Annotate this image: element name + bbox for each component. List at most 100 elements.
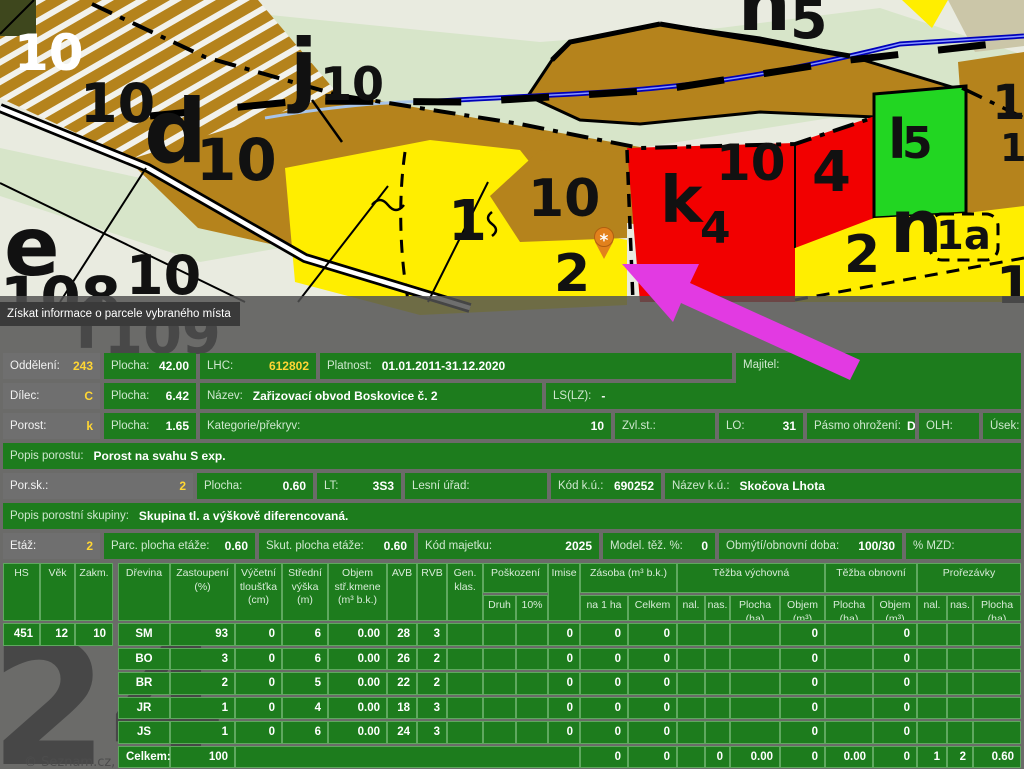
table-cell — [917, 623, 947, 646]
info-cell: Popis porostu:Porost na svahu S exp. — [3, 443, 1021, 469]
table-cell: 0 — [780, 623, 825, 646]
info-value: - — [601, 389, 605, 403]
table-header-cell: nal. — [677, 595, 705, 621]
info-value: 1.65 — [166, 419, 189, 433]
table-header-cell: HS — [3, 563, 40, 621]
info-value: 690252 — [614, 479, 654, 493]
info-label: Plocha: — [111, 360, 149, 372]
info-label: Skut. plocha etáže: — [266, 540, 364, 552]
stand-info-panel: Oddělení:243Plocha:42.00LHC:612802Platno… — [0, 353, 1024, 559]
info-cell: % MZD: — [906, 533, 1021, 559]
map-label: 4 — [700, 203, 731, 254]
info-cell: Model. těž. %: 0 — [603, 533, 715, 559]
table-cell: 0 — [548, 672, 580, 695]
table-cell: 0 — [873, 721, 917, 744]
table-cell: 0 — [780, 746, 825, 769]
table-cell: 2 — [417, 672, 447, 695]
table-cell — [973, 648, 1021, 671]
info-cell: Název:Zařizovací obvod Boskovice č. 2 — [200, 383, 542, 409]
table-cell — [677, 746, 705, 769]
table-header-cell: Plocha (ha) — [730, 595, 780, 621]
table-cell — [447, 672, 483, 695]
map-tooltip: Získat informace o parcele vybraného mís… — [0, 302, 240, 326]
table-cell: 93 — [170, 623, 235, 646]
info-value: C — [84, 389, 93, 403]
table-header-cell: Zastoupení (%) — [170, 563, 235, 621]
table-cell: 0.00 — [328, 672, 387, 695]
map-label: n — [890, 184, 943, 270]
info-value: 0 — [701, 539, 708, 553]
table-cell: 3 — [417, 697, 447, 720]
info-label: Kategorie/překryv: — [207, 420, 300, 432]
info-label: Dílec: — [10, 390, 39, 402]
table-cell: 10 — [75, 623, 113, 646]
info-label: Popis porostní skupiny: — [10, 510, 129, 522]
map-label: k — [660, 164, 704, 238]
table-cell — [947, 623, 973, 646]
info-cell: Parc. plocha etáže:0.60 — [104, 533, 255, 559]
table-cell: 0.60 — [973, 746, 1021, 769]
table-cell: 6 — [282, 623, 328, 646]
table-cell — [483, 697, 516, 720]
table-header-cell: Prořezávky — [917, 563, 1021, 593]
table-header-cell: Zásoba (m³ b.k.) — [580, 563, 677, 593]
table-cell — [677, 697, 705, 720]
table-cell: 5 — [282, 672, 328, 695]
info-label: Model. těž. %: — [610, 540, 683, 552]
info-label: Popis porostu: — [10, 450, 84, 462]
table-header-cell: Objem (m³) — [780, 595, 825, 621]
table-cell — [825, 721, 873, 744]
table-cell: 0 — [580, 648, 628, 671]
table-cell: 0 — [780, 697, 825, 720]
table-cell: SM — [118, 623, 170, 646]
table-header-cell: nas. — [705, 595, 730, 621]
table-cell — [917, 672, 947, 695]
info-cell: LS(LZ):- — [546, 383, 736, 409]
info-value: 2 — [86, 539, 93, 553]
info-cell: Plocha:42.00 — [104, 353, 196, 379]
table-cell — [917, 697, 947, 720]
table-cell — [705, 623, 730, 646]
info-row: Oddělení:243Plocha:42.00LHC:612802Platno… — [3, 353, 1021, 379]
table-header-cell: Celkem — [628, 595, 677, 621]
table-header-cell: Dřevina — [118, 563, 170, 621]
table-cell: 0 — [235, 672, 282, 695]
table-cell: 6 — [282, 721, 328, 744]
info-label: Název: — [207, 390, 243, 402]
table-cell: 4 — [282, 697, 328, 720]
table-cell: JR — [118, 697, 170, 720]
info-label: Plocha: — [204, 480, 242, 492]
map-label: 1 — [448, 189, 487, 254]
info-label: LO: — [726, 420, 745, 432]
table-cell — [730, 648, 780, 671]
map-label: 10 — [14, 24, 84, 82]
table-cell — [483, 623, 516, 646]
table-cell — [825, 623, 873, 646]
map-label: 2 — [554, 244, 590, 304]
table-cell: 0 — [548, 721, 580, 744]
info-cell: Úsek:1 — [983, 413, 1021, 439]
table-cell: BR — [118, 672, 170, 695]
info-cell: Pásmo ohrožení:D — [807, 413, 915, 439]
info-value: Skočova Lhota — [740, 479, 825, 493]
info-label: % MZD: — [913, 540, 955, 552]
table-cell — [483, 721, 516, 744]
table-cell: 1 — [917, 746, 947, 769]
table-cell: 0 — [580, 672, 628, 695]
table-cell: 18 — [387, 697, 417, 720]
table-cell — [677, 721, 705, 744]
table-cell: 3 — [417, 623, 447, 646]
table-cell: 0.00 — [825, 746, 873, 769]
table-cell — [447, 721, 483, 744]
table-cell — [825, 648, 873, 671]
table-cell: 0.00 — [730, 746, 780, 769]
table-cell: 24 — [387, 721, 417, 744]
info-cell: Název k.ú.:Skočova Lhota — [665, 473, 1021, 499]
info-cell: Plocha:0.60 — [197, 473, 313, 499]
info-cell: Dílec: C — [3, 383, 100, 409]
table-cell — [973, 697, 1021, 720]
table-cell: 100 — [170, 746, 235, 769]
table-cell: 0 — [873, 672, 917, 695]
table-cell: 451 — [3, 623, 40, 646]
forestry-map-app: 1010d10j10n5e108101102k4104l51012n1a1*f1… — [0, 0, 1024, 769]
